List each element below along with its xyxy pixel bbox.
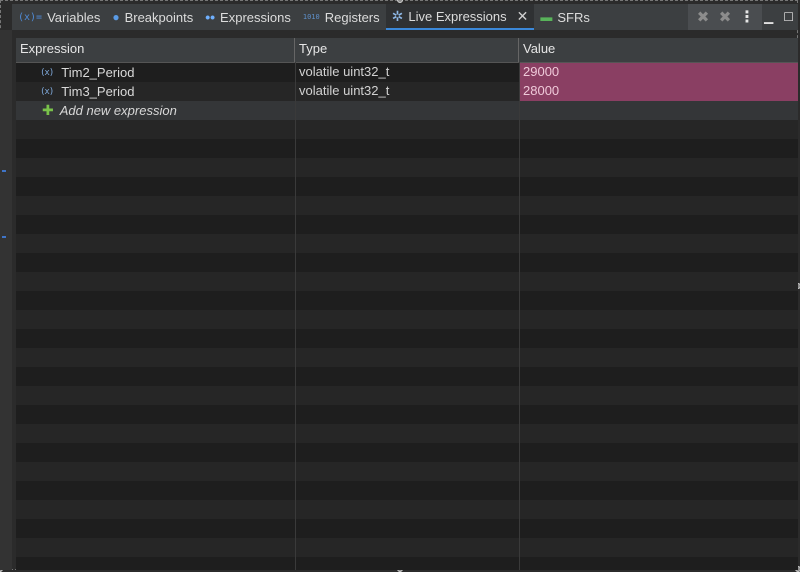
- column-divider: [295, 62, 296, 570]
- close-icon[interactable]: ✕: [517, 8, 529, 25]
- empty-row: [16, 500, 798, 519]
- table-row[interactable]: (x) Tim3_Period volatile uint32_t 28000: [16, 82, 798, 101]
- empty-cell: [519, 101, 798, 120]
- add-expression-cell[interactable]: ✚ Add new expression: [16, 101, 295, 120]
- empty-row: [16, 443, 798, 462]
- tab-label: SFRs: [557, 9, 590, 25]
- column-divider: [519, 62, 520, 570]
- window-controls: ▁ ☐: [764, 4, 794, 30]
- expression-cell: (x) Tim2_Period: [16, 63, 295, 82]
- empty-row: [16, 139, 798, 158]
- empty-row: [16, 253, 798, 272]
- empty-row: [16, 177, 798, 196]
- variable-icon: (x): [40, 67, 54, 78]
- empty-row: [16, 405, 798, 424]
- gutter-marker: [2, 170, 6, 172]
- value-cell[interactable]: 29000: [519, 63, 798, 82]
- add-icon: ✚: [42, 102, 54, 118]
- variables-icon: (x)=: [18, 11, 43, 23]
- table-header: Expression Type Value: [16, 38, 798, 63]
- minimize-icon[interactable]: ▁: [764, 10, 773, 24]
- empty-row: [16, 348, 798, 367]
- type-cell: volatile uint32_t: [299, 83, 390, 98]
- empty-row: [16, 424, 798, 443]
- tab-label: Live Expressions: [408, 8, 507, 24]
- live-expressions-table: Expression Type Value (x) Tim2_Period vo…: [16, 38, 798, 570]
- empty-row: [16, 329, 798, 348]
- add-new-expression-row[interactable]: ✚ Add new expression: [16, 101, 798, 120]
- empty-row: [16, 120, 798, 139]
- empty-row: [16, 215, 798, 234]
- tab-expressions[interactable]: •• Expressions: [199, 4, 297, 30]
- value-cell[interactable]: 28000: [519, 82, 798, 101]
- view-tab-bar: (x)= Variables ● Breakpoints •• Expressi…: [12, 4, 798, 30]
- tab-label: Variables: [47, 9, 101, 25]
- empty-row: [16, 386, 798, 405]
- column-header-type[interactable]: Type: [295, 38, 519, 62]
- expressions-icon: ••: [205, 9, 216, 25]
- variable-icon: (x): [40, 86, 54, 97]
- view-menu-icon[interactable]: ⋮: [736, 7, 758, 27]
- expression-name: Tim3_Period: [61, 84, 135, 99]
- view-toolbar: ✖ ✖ ⋮: [688, 4, 762, 30]
- empty-row: [16, 158, 798, 177]
- empty-row: [16, 310, 798, 329]
- tab-live-expressions[interactable]: ✲ Live Expressions ✕: [385, 4, 535, 30]
- type-cell: volatile uint32_t: [299, 64, 390, 79]
- table-row[interactable]: (x) Tim2_Period volatile uint32_t 29000: [16, 63, 798, 82]
- resize-handle-top[interactable]: [397, 0, 403, 3]
- empty-row: [16, 367, 798, 386]
- empty-cell: [295, 101, 519, 120]
- empty-row: [16, 481, 798, 500]
- tab-label: Registers: [324, 9, 380, 25]
- column-header-value[interactable]: Value: [519, 38, 798, 62]
- column-header-expression[interactable]: Expression: [16, 38, 295, 62]
- empty-row: [16, 196, 798, 215]
- tab-variables[interactable]: (x)= Variables: [12, 4, 106, 30]
- maximize-icon[interactable]: ☐: [783, 10, 794, 24]
- tab-breakpoints[interactable]: ● Breakpoints: [106, 4, 199, 30]
- left-gutter: [0, 30, 12, 570]
- expression-name: Tim2_Period: [61, 65, 135, 80]
- remove-icon[interactable]: ✖: [692, 8, 714, 26]
- breakpoints-icon: ●: [112, 10, 120, 24]
- gutter-marker: [2, 236, 6, 238]
- table-body: (x) Tim2_Period volatile uint32_t 29000 …: [16, 63, 798, 570]
- expression-cell: (x) Tim3_Period: [16, 82, 295, 101]
- remove-all-icon[interactable]: ✖: [714, 8, 736, 26]
- sfrs-icon: ▬: [540, 10, 553, 24]
- empty-row: [16, 519, 798, 538]
- live-expressions-icon: ✲: [391, 7, 404, 24]
- empty-row: [16, 538, 798, 557]
- empty-row: [16, 557, 798, 570]
- empty-row: [16, 234, 798, 253]
- registers-icon: 1010: [302, 13, 320, 21]
- tab-label: Breakpoints: [124, 9, 194, 25]
- tab-sfrs[interactable]: ▬ SFRs: [534, 4, 596, 30]
- tab-label: Expressions: [220, 9, 291, 25]
- tab-registers[interactable]: 1010 Registers: [297, 4, 386, 30]
- empty-row: [16, 272, 798, 291]
- empty-row: [16, 462, 798, 481]
- empty-row: [16, 291, 798, 310]
- add-expression-label: Add new expression: [59, 103, 177, 118]
